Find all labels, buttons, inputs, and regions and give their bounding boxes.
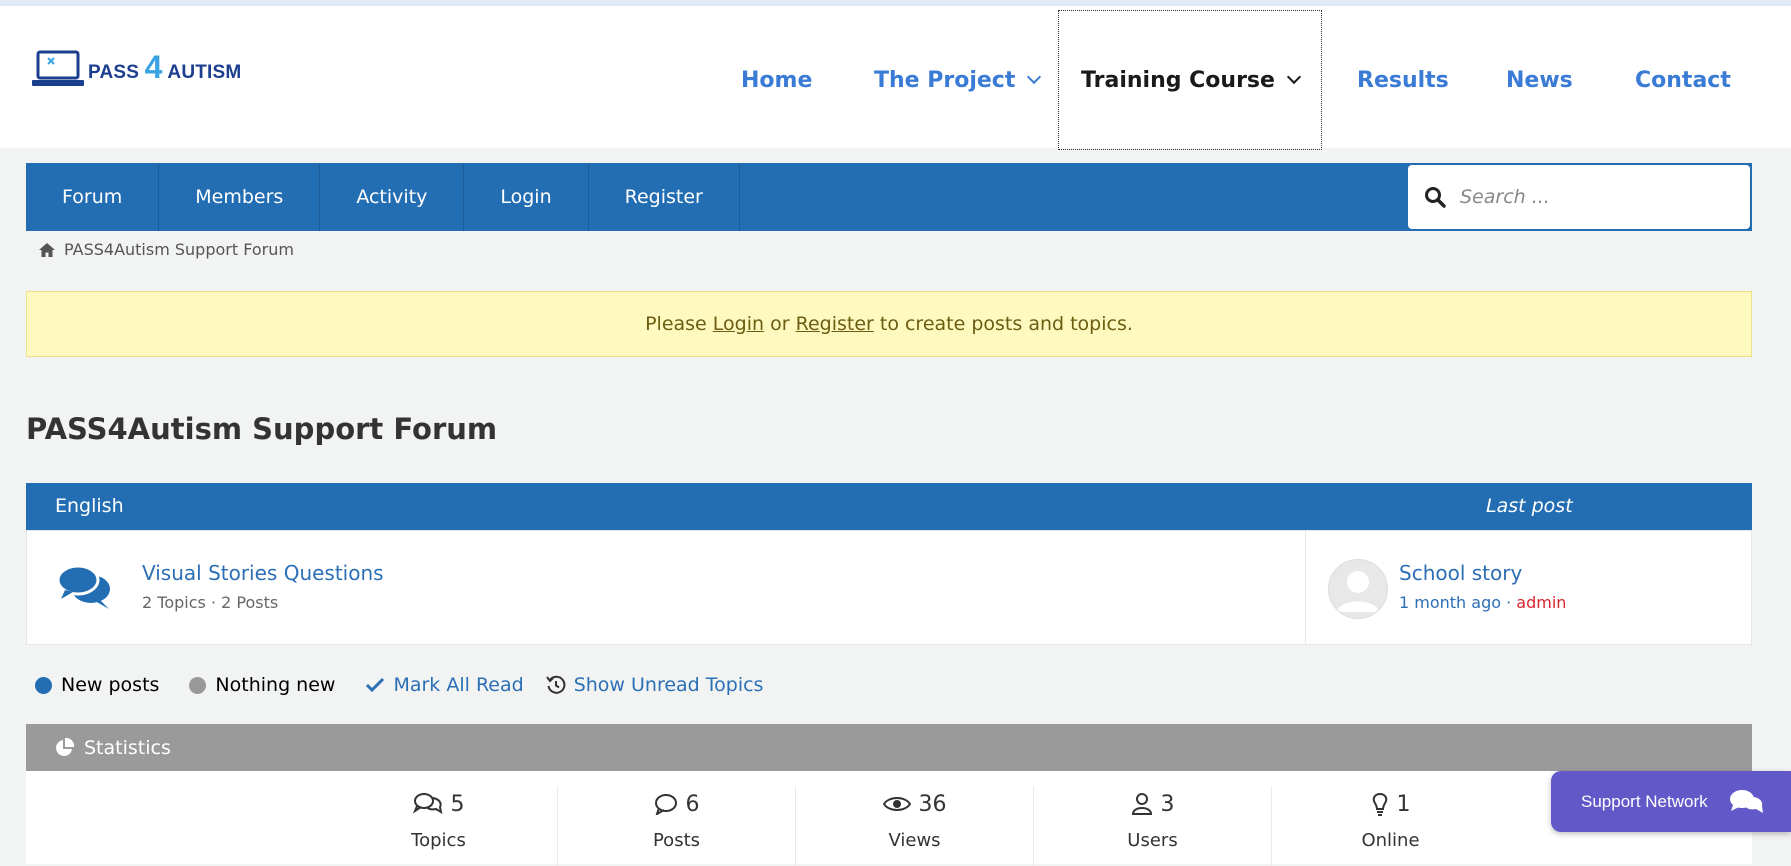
chat-bubbles-icon	[1729, 789, 1763, 813]
stat-value: 3	[1160, 791, 1175, 817]
statistics-body: 5 Topics 6 Posts 36 Views 3 Users 1 Onli…	[26, 771, 1752, 866]
forum-nav-bar: Forum Members Activity Login Register	[26, 163, 1752, 231]
last-post-user[interactable]: admin	[1516, 593, 1566, 612]
nav-news[interactable]: News	[1506, 10, 1573, 150]
stat-value: 36	[918, 791, 947, 817]
stat-online: 1 Online	[1272, 786, 1509, 852]
topics-icon	[412, 793, 442, 815]
legend-nothing-new: Nothing new	[189, 674, 335, 696]
avatar[interactable]	[1328, 559, 1388, 619]
forum-nav-members[interactable]: Members	[159, 163, 321, 231]
stat-value: 5	[450, 791, 465, 817]
breadcrumb-forum[interactable]: PASS4Autism Support Forum	[64, 240, 294, 259]
search-input[interactable]	[1458, 185, 1732, 209]
nav-training-course[interactable]: Training Course	[1058, 10, 1322, 150]
stat-posts: 6 Posts	[558, 786, 796, 866]
support-network-button[interactable]: Support Network	[1551, 771, 1791, 832]
statistics-title: Statistics	[84, 736, 171, 759]
chevron-down-icon	[1027, 69, 1042, 85]
nav-the-project[interactable]: The Project	[874, 10, 1042, 150]
notice-text: or	[770, 313, 790, 335]
last-post-meta: 1 month ago · admin	[1399, 593, 1566, 612]
stat-label: Views	[888, 830, 941, 851]
stat-users: 3 Users	[1034, 786, 1272, 866]
statistics-header: Statistics	[26, 724, 1752, 771]
login-notice: Please Login or Register to create posts…	[26, 291, 1752, 357]
home-icon[interactable]	[38, 242, 56, 258]
posts-icon	[654, 794, 677, 815]
category-header: English Last post	[26, 483, 1752, 530]
forum-nav-register[interactable]: Register	[589, 163, 740, 231]
notice-login-link[interactable]: Login	[713, 313, 764, 335]
main-nav: Home The Project Training Course Results…	[0, 10, 1791, 150]
last-post-header: Last post	[1486, 495, 1573, 517]
show-unread-label: Show Unread Topics	[573, 674, 764, 696]
notice-register-link[interactable]: Register	[796, 313, 874, 335]
show-unread-link[interactable]: Show Unread Topics	[545, 674, 764, 696]
forum-link-visual-stories[interactable]: Visual Stories Questions	[142, 561, 384, 585]
pie-chart-icon	[56, 737, 74, 756]
legend-label: New posts	[61, 674, 160, 696]
last-post-time[interactable]: 1 month ago	[1399, 593, 1501, 612]
checkmark-icon	[366, 677, 385, 693]
lightbulb-icon	[1372, 792, 1387, 816]
last-post-title[interactable]: School story	[1399, 561, 1522, 585]
stat-label: Topics	[411, 830, 466, 851]
eye-icon	[882, 797, 911, 811]
legend-label: Nothing new	[215, 674, 336, 696]
mark-all-read-label: Mark All Read	[393, 674, 524, 696]
forum-meta: 2 Topics · 2 Posts	[142, 593, 279, 612]
breadcrumb: PASS4Autism Support Forum	[38, 240, 294, 259]
new-posts-dot-icon	[35, 676, 52, 694]
chevron-down-icon	[1286, 69, 1302, 85]
stat-label: Posts	[652, 830, 701, 851]
stat-views: 36 Views	[796, 786, 1034, 866]
page-title: PASS4Autism Support Forum	[26, 412, 498, 446]
stat-value: 6	[685, 791, 700, 817]
forum-nav-activity[interactable]: Activity	[320, 163, 465, 231]
notice-text: Please	[645, 313, 707, 335]
search-icon	[1425, 187, 1446, 208]
forum-row: Visual Stories Questions 2 Topics · 2 Po…	[26, 530, 1752, 645]
nav-home[interactable]: Home	[741, 10, 812, 150]
forum-legend: New posts Nothing new Mark All Read Show…	[35, 674, 793, 696]
last-post-sep: ·	[1501, 593, 1517, 612]
mark-all-read-link[interactable]: Mark All Read	[365, 674, 524, 696]
support-network-label: Support Network	[1581, 791, 1708, 811]
nav-contact[interactable]: Contact	[1635, 10, 1731, 150]
nav-results[interactable]: Results	[1357, 10, 1449, 150]
stat-label: Users	[1127, 830, 1178, 851]
notice-text: to create posts and topics.	[879, 313, 1133, 335]
last-post-column: School story 1 month ago · admin	[1305, 531, 1752, 644]
user-icon	[1131, 793, 1152, 815]
stat-label: Online	[1361, 830, 1420, 851]
history-icon	[545, 675, 566, 694]
forum-chat-icon	[57, 564, 110, 609]
stat-value: 1	[1396, 791, 1411, 817]
user-avatar-icon	[1337, 571, 1379, 612]
stat-topics: 5 Topics	[320, 786, 558, 866]
category-title[interactable]: English	[55, 495, 124, 517]
forum-nav-login[interactable]: Login	[464, 163, 589, 231]
legend-new-posts: New posts	[35, 674, 159, 696]
search-box[interactable]	[1408, 165, 1750, 229]
nothing-new-dot-icon	[189, 676, 207, 694]
forum-nav-forum[interactable]: Forum	[26, 163, 160, 231]
